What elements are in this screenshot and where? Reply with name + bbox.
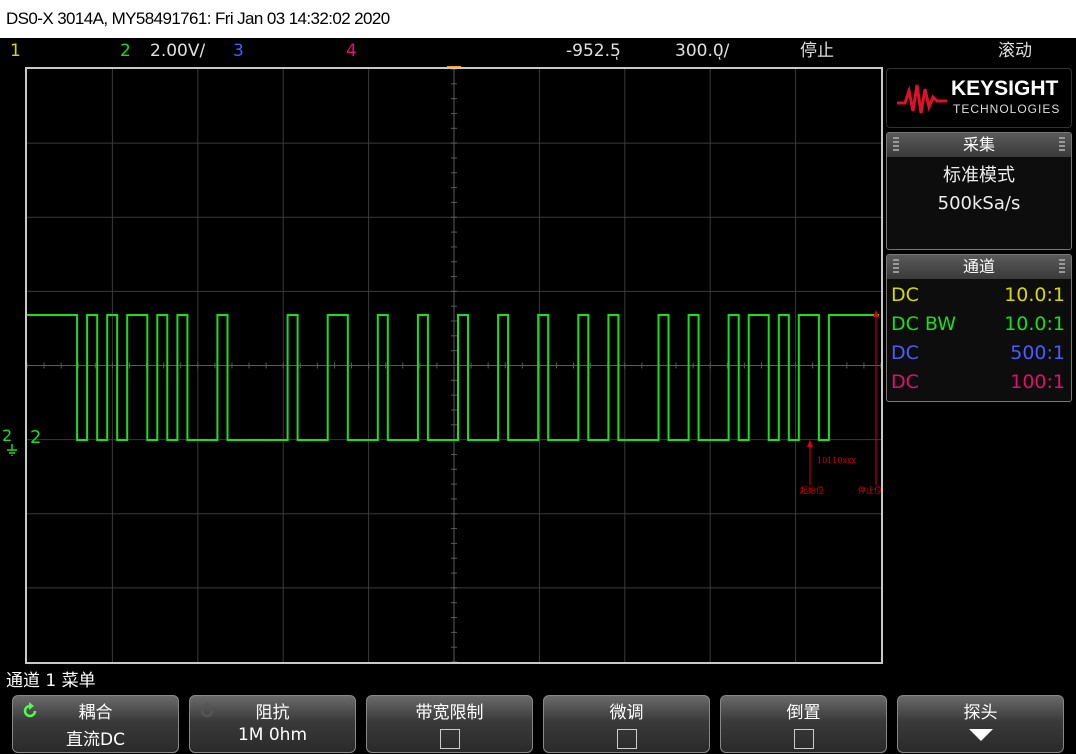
bw-limit-softkey[interactable]: 带宽限制 [366, 695, 533, 753]
title-bar: DS0-X 3014A, MY58491761: Fri Jan 03 14:3… [0, 0, 1076, 38]
channels-header-label: 通道 [962, 257, 995, 276]
acquisition-panel[interactable]: 采集 标准模式 500kSa/s [886, 132, 1072, 250]
channel-2-trace [27, 314, 879, 441]
impedance-softkey[interactable]: 阻抗 1M 0hm [189, 695, 356, 753]
waveform-display[interactable] [25, 67, 883, 664]
channel-3-ratio: 500:1 [1010, 342, 1065, 364]
fine-softkey[interactable]: 微调 [543, 695, 710, 753]
coupling-softkey[interactable]: 耦合 直流DC [12, 695, 179, 753]
channel-2-scale[interactable]: 2.00V/ [150, 38, 205, 64]
logo-sub: TECHNOLOGIES [953, 102, 1061, 116]
grip-icon [893, 137, 899, 153]
acquisition-header: 采集 [887, 133, 1071, 157]
acquisition-mode-value: 标准模式 [943, 165, 1015, 186]
bw-limit-checkbox[interactable] [439, 729, 460, 749]
channel-row-4: DC 100:1 [887, 368, 1071, 397]
channel-2-coupling: DC BW [891, 313, 957, 335]
bw-limit-label: 带宽限制 [415, 703, 484, 723]
channel-2-level-label: 2 [30, 427, 42, 448]
probe-label: 探头 [963, 703, 998, 723]
impedance-value: 1M 0hm [237, 725, 308, 745]
channel-4-ratio: 100:1 [1010, 371, 1065, 393]
channel-2-indicator[interactable]: 2 [120, 38, 131, 64]
fine-label: 微调 [609, 703, 644, 723]
channel-2-ratio: 10.0:1 [1004, 313, 1065, 335]
channel-1-coupling: DC [891, 284, 919, 306]
channel-row-2: DC BW 10.0:1 [887, 310, 1071, 339]
menu-title: 通道 1 菜单 [6, 671, 96, 691]
stop-bit-annotation: 停止位 [858, 486, 882, 495]
fine-checkbox[interactable] [616, 729, 637, 749]
invert-softkey[interactable]: 倒置 [720, 695, 887, 753]
logo-brand: KEYSIGHT [951, 77, 1059, 100]
channel-1-ratio: 10.0:1 [1004, 284, 1065, 306]
acquisition-header-label: 采集 [962, 135, 995, 154]
start-bit-annotation: 起始位 [800, 486, 824, 495]
trace-path [27, 314, 879, 441]
channel-row-3: DC 500:1 [887, 339, 1071, 368]
channels-header: 通道 [887, 255, 1071, 279]
time-offset[interactable]: -952.5ͅ [566, 38, 621, 64]
channel-1-indicator[interactable]: 1 [10, 38, 21, 64]
keysight-logo: KEYSIGHT TECHNOLOGIES [886, 68, 1072, 128]
sample-rate: 500kSa/s [937, 193, 1021, 214]
channel-row-1: DC 10.0:1 [887, 281, 1071, 310]
channel-4-coupling: DC [891, 371, 919, 393]
ground-marker-label: 2 [2, 426, 13, 445]
title-text: DS0-X 3014A, MY58491761: Fri Jan 03 14:3… [6, 9, 390, 28]
run-state: 停止 [800, 41, 834, 61]
cycle-icon [200, 702, 214, 718]
invert-label: 倒置 [786, 703, 821, 723]
coupling-value: 直流DC [66, 730, 125, 750]
cycle-icon [23, 702, 37, 718]
grip-icon [893, 259, 899, 275]
down-arrow-icon [968, 729, 993, 741]
channel-3-indicator[interactable]: 3 [233, 38, 244, 64]
acquisition-mode: 滚动 [998, 41, 1032, 61]
grip-icon [1059, 137, 1065, 153]
bits-annotation: 10110xxx [817, 456, 856, 465]
channel-4-indicator[interactable]: 4 [346, 38, 357, 64]
ground-icon [7, 444, 17, 456]
channel-3-coupling: DC [891, 342, 919, 364]
keysight-wave-icon [897, 84, 947, 114]
probe-softkey[interactable]: 探头 [897, 695, 1064, 753]
grip-icon [1059, 259, 1065, 275]
ground-marker[interactable]: 2 [2, 426, 12, 445]
channel-2-level-marker[interactable]: 2 [30, 427, 41, 448]
right-info-panel: KEYSIGHT TECHNOLOGIES 采集 标准模式 500kSa/s 通… [886, 68, 1072, 402]
status-bar: 1 2 2.00V/ 3 4 -952.5ͅ 300.0ͅ/ 停止 滚动 [0, 38, 1076, 66]
time-scale[interactable]: 300.0ͅ/ [675, 38, 729, 64]
invert-checkbox[interactable] [793, 729, 814, 749]
channels-panel[interactable]: 通道 DC 10.0:1 DC BW 10.0:1 DC 500:1 DC 10… [886, 254, 1072, 402]
